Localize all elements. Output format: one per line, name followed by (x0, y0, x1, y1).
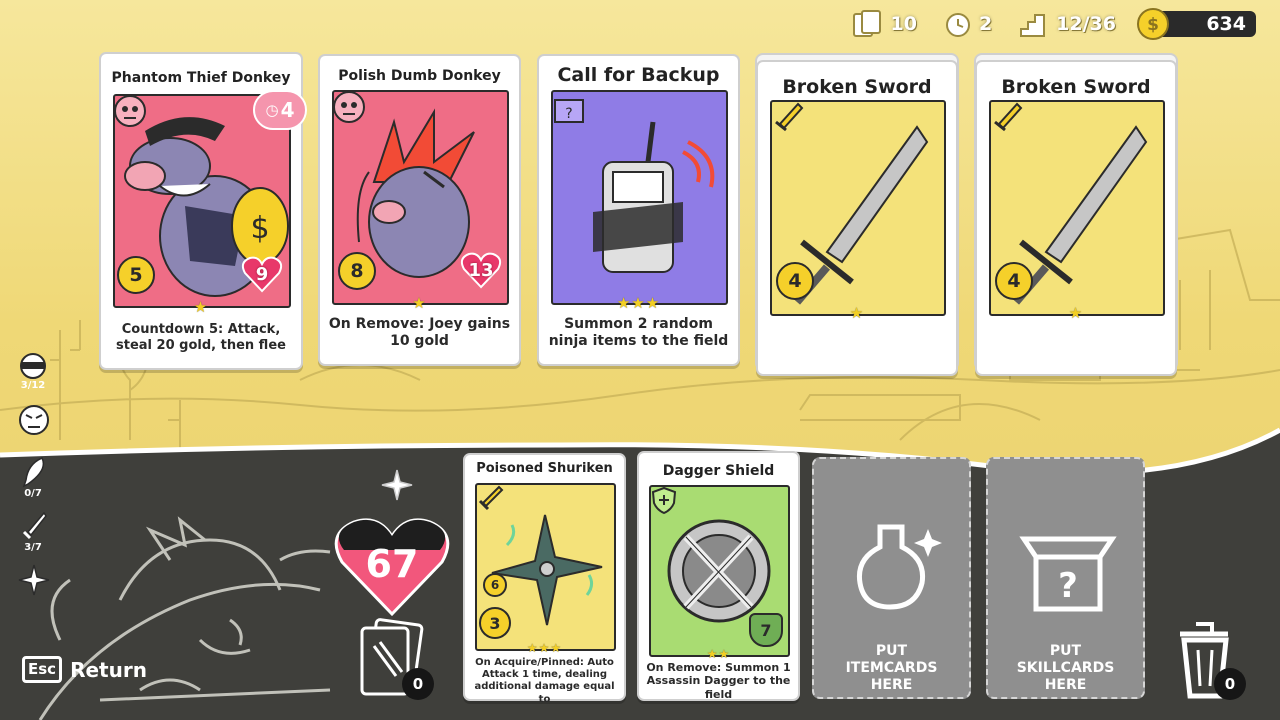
hand-card-poisoned-shuriken[interactable]: Poisoned Shuriken 6 3 ★★★ On Acquire/Pin… (463, 453, 626, 705)
enemy-skull-icon (333, 91, 365, 123)
ninja-count: 3/12 (20, 380, 46, 391)
shop-card-broken-sword-2[interactable]: Broken Sword 4 ★ (975, 60, 1177, 376)
card-title: Broken Sword (782, 76, 932, 98)
card-description: On Remove: Joey gains 10 gold (328, 316, 511, 350)
item-card-slot[interactable]: PUT ITEMCARDS HERE (812, 457, 971, 699)
hp-value: 9 (255, 263, 269, 285)
hand-card-dagger-shield[interactable]: Dagger Shield 7 ★★ On Remove: Summon 1 A… (637, 451, 800, 701)
feather-counter[interactable]: 0/7 (18, 456, 48, 499)
card-title: Polish Dumb Donkey (338, 68, 501, 84)
card-title: Call for Backup (557, 64, 720, 86)
potion-icon (856, 524, 942, 610)
gold-amount: 634 (1206, 13, 1246, 35)
deck-count-badge: 0 (402, 668, 434, 700)
shield-badge: 7 (749, 613, 783, 647)
card-title: Phantom Thief Donkey (111, 70, 291, 86)
shuriken-icon[interactable] (17, 563, 51, 597)
shop-card-phantom-thief-donkey[interactable]: Phantom Thief Donkey $ ◷ 4 5 9 ★ Countdo… (99, 52, 307, 370)
esc-key: Esc (22, 656, 63, 683)
stairs-icon (1020, 14, 1046, 37)
weapon-sword-icon (478, 485, 504, 511)
cost-value: 8 (350, 260, 364, 282)
hp-value: 13 (468, 259, 494, 281)
shuriken-icon (381, 469, 413, 501)
cost-badge: 4 (776, 262, 814, 300)
trash-count: 0 (1224, 675, 1236, 693)
rarity-stars: ★★★ (616, 294, 661, 312)
cost-value: 4 (1007, 270, 1021, 292)
svg-text:?: ? (1058, 566, 1078, 606)
cost-badge: 8 (338, 252, 376, 290)
shield-value: 7 (760, 620, 772, 640)
rarity-stars: ★★★ (526, 641, 563, 655)
timer-stat: 2 (943, 9, 992, 39)
weapon-sword-icon (994, 102, 1023, 132)
shop-card-broken-sword-1[interactable]: Broken Sword 4 ★ (756, 60, 958, 376)
angry-face-icon[interactable] (16, 403, 52, 437)
weapon-sword-icon (775, 102, 804, 132)
return-label: Return (70, 657, 147, 682)
top-stats-bar: 10 2 12/36 $ 634 (850, 8, 1256, 40)
ninja-set-counter[interactable]: 3/12 (14, 350, 52, 391)
cards-icon (853, 10, 882, 37)
card-description: Countdown 5: Attack, steal 20 gold, then… (116, 322, 286, 353)
rarity-stars: ★ (849, 304, 865, 322)
dagger-counter[interactable]: 3/7 (18, 510, 48, 553)
level-progress: 12/36 (1056, 13, 1116, 35)
card-description: On Acquire/Pinned: Auto Attack 1 time, d… (474, 657, 615, 705)
return-button[interactable]: Esc Return (22, 656, 147, 683)
slot-label: PUT SKILLCARDS HERE (1016, 643, 1115, 693)
enemy-skull-icon (114, 95, 146, 127)
slot-label: PUT ITEMCARDS HERE (845, 643, 938, 693)
feather-icon (22, 457, 45, 488)
card-title: Poisoned Shuriken (476, 461, 613, 476)
level-stat: 12/36 (1018, 9, 1116, 39)
svg-text:?: ? (565, 106, 572, 122)
gold-counter: $ 634 (1137, 8, 1256, 40)
deck-count: 0 (412, 675, 424, 693)
rarity-stars: ★★ (706, 647, 731, 661)
rarity-stars: ★ (412, 294, 427, 312)
cost-value: 5 (129, 264, 143, 286)
feather-count: 0/7 (24, 488, 42, 499)
coin-icon: $ (1137, 8, 1169, 40)
hp-badge: 9 (241, 254, 283, 294)
trash-count-badge: 0 (1214, 668, 1246, 700)
rarity-stars: ★ (193, 298, 209, 316)
countdown-value: 4 (280, 98, 295, 122)
rarity-stars: ★ (1068, 304, 1084, 322)
cost-value: 4 (788, 270, 802, 292)
card-count: 10 (890, 13, 917, 35)
shop-card-polish-dumb-donkey[interactable]: Polish Dumb Donkey 8 13 ★ On Remove: Joe… (318, 54, 521, 366)
timer-count: 2 (978, 13, 993, 35)
extra-badge: 6 (483, 573, 507, 597)
cost-badge: 3 (479, 607, 511, 639)
card-description: Summon 2 random ninja items to the field (548, 316, 729, 350)
player-hp: 67 (332, 510, 452, 620)
cost-value: 3 (489, 613, 501, 633)
mystery-box-icon: ? (1019, 536, 1117, 612)
clock-icon (945, 13, 970, 37)
card-description: On Remove: Summon 1 Assassin Dagger to t… (646, 661, 791, 701)
svg-text:$: $ (250, 211, 269, 246)
dagger-icon (22, 511, 47, 540)
card-title: Broken Sword (1001, 76, 1151, 98)
mystery-box-icon: ? (554, 99, 584, 123)
dagger-count: 3/7 (24, 542, 42, 553)
hp-badge: 13 (460, 250, 502, 290)
card-count-stat: 10 (850, 9, 917, 39)
cost-badge: 4 (995, 262, 1033, 300)
shield-plus-icon (651, 486, 677, 515)
countdown-badge: ◷ 4 (253, 90, 307, 130)
ninja-head-icon (20, 353, 46, 379)
svg-text:$: $ (1147, 15, 1159, 35)
card-title: Dagger Shield (662, 463, 775, 479)
extra-value: 6 (490, 578, 500, 592)
shop-card-call-for-backup[interactable]: Call for Backup ? ★★★ Summon 2 random ni… (537, 54, 740, 366)
clock-small-icon: ◷ (265, 101, 279, 119)
hp-value: 67 (365, 542, 419, 586)
skill-card-slot[interactable]: ? PUT SKILLCARDS HERE (986, 457, 1145, 699)
cost-badge: 5 (117, 256, 155, 294)
